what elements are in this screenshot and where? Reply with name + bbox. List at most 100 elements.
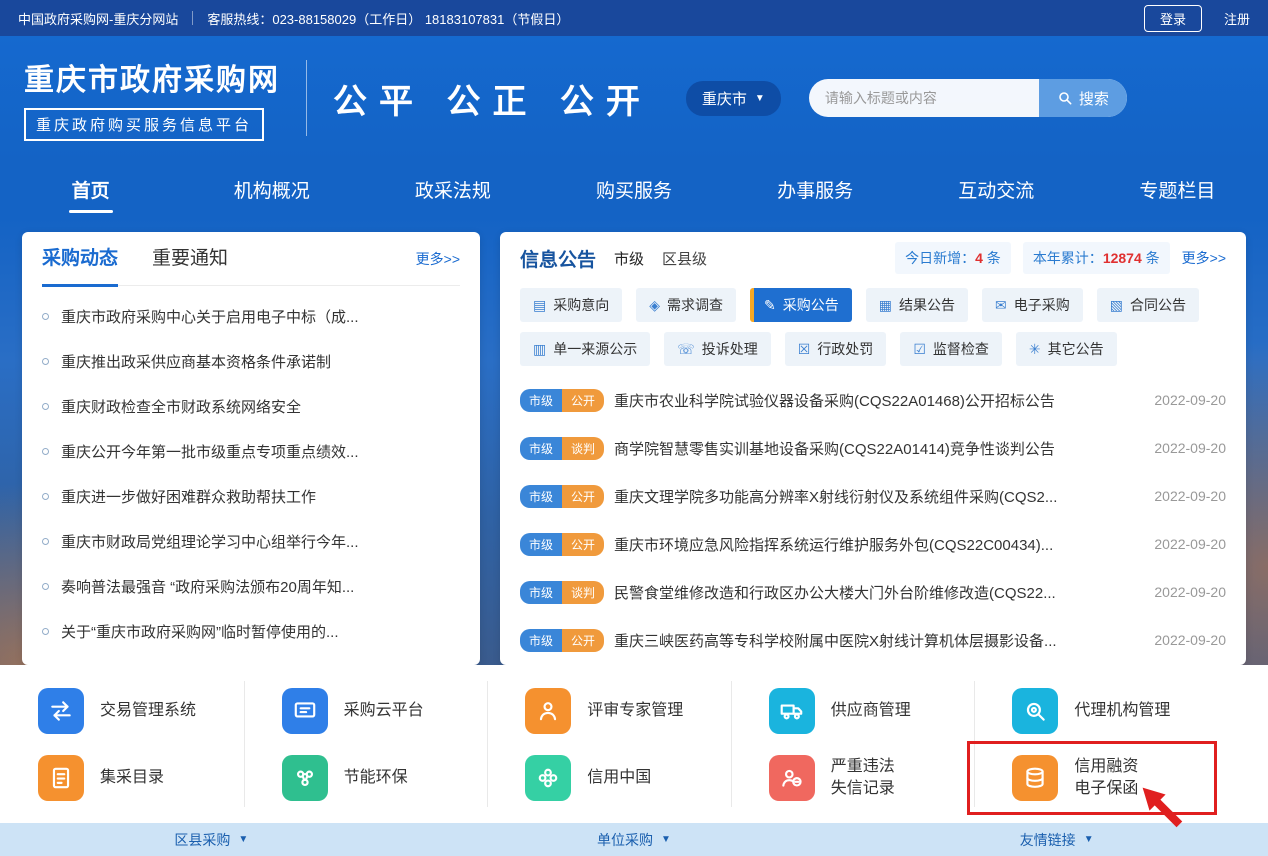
filter-single-source[interactable]: ▥单一来源公示 [520, 332, 650, 366]
news-item[interactable]: 重庆推出政采供应商基本资格条件承诺制 [42, 339, 460, 384]
nav-item-interaction[interactable]: 互动交流 [906, 164, 1087, 215]
announcements-more-link[interactable]: 更多>> [1182, 248, 1226, 268]
divider [487, 681, 488, 807]
register-link[interactable]: 注册 [1224, 9, 1250, 28]
level-badge: 市级 [520, 629, 562, 652]
footer-link-label: 友情链接 [1020, 830, 1076, 850]
bullet-icon [42, 358, 49, 365]
news-item[interactable]: 重庆市财政局党组理论学习中心组举行今年... [42, 519, 460, 564]
filter-row-1: ▤采购意向 ◈需求调查 ✎采购公告 ▦ 结果公告 ✉电子采购 ▧合同公告 [520, 288, 1226, 322]
filter-icon: ☒ [798, 341, 811, 358]
chevron-down-icon: ▼ [238, 834, 248, 845]
search-input[interactable] [809, 90, 1039, 106]
type-badge: 谈判 [562, 581, 604, 604]
announcement-row[interactable]: 市级公开 重庆三峡医药高等专科学校附属中医院X射线计算机体层摄影设备... 20… [520, 616, 1226, 664]
today-number: 4 [975, 250, 983, 266]
footer-friendly-links[interactable]: 友情链接▼ [1020, 830, 1094, 850]
tab-important-notice[interactable]: 重要通知 [152, 232, 228, 286]
filter-label: 采购公告 [783, 295, 839, 315]
news-text: 奏响普法最强音 “政府采购法颁布20周年知... [61, 576, 354, 597]
main-nav: 首页 机构概况 政采法规 购买服务 办事服务 互动交流 专题栏目 [0, 160, 1268, 218]
filter-label: 需求调查 [667, 295, 723, 315]
announcements-header: 信息公告 市级 区县级 今日新增：4 条 本年累计：12874 条 更多>> [520, 232, 1226, 284]
nav-item-affairs[interactable]: 办事服务 [725, 164, 906, 215]
expert-icon [525, 688, 571, 734]
news-text: 重庆财政检查全市财政系统网络安全 [61, 396, 301, 417]
filter-procurement-intent[interactable]: ▤采购意向 [520, 288, 622, 322]
service-agency-management[interactable]: 代理机构管理 [974, 677, 1218, 744]
news-text: 重庆市政府采购中心关于启用电子中标（成... [61, 306, 359, 327]
total-number: 12874 [1103, 250, 1142, 266]
news-more-link[interactable]: 更多>> [416, 249, 460, 269]
bullet-icon [42, 628, 49, 635]
divider [731, 681, 732, 807]
filter-label: 单一来源公示 [553, 339, 637, 359]
topbar: 中国政府采购网-重庆分网站 客服热线：023-88158029（工作日） 181… [0, 0, 1268, 36]
service-catalog[interactable]: 集采目录 [0, 744, 244, 811]
service-transaction-system[interactable]: 交易管理系统 [0, 677, 244, 744]
announcement-row[interactable]: 市级谈判 民警食堂维修改造和行政区办公大楼大门外台阶维修改造(CQS22... … [520, 568, 1226, 616]
bullet-icon [42, 583, 49, 590]
total-unit: 条 [1142, 250, 1160, 266]
filter-procurement-announcement[interactable]: ✎采购公告 [750, 288, 852, 322]
service-label-2: 失信记录 [831, 778, 895, 800]
filter-e-procurement[interactable]: ✉电子采购 [982, 288, 1083, 322]
nav-item-topics[interactable]: 专题栏目 [1087, 164, 1268, 215]
announcement-row[interactable]: 市级谈判 商学院智慧零售实训基地设备采购(CQS22A01414)竞争性谈判公告… [520, 424, 1226, 472]
announcement-date: 2022-09-20 [1154, 632, 1226, 648]
news-item[interactable]: 重庆财政检查全市财政系统网络安全 [42, 384, 460, 429]
filter-label: 结果公告 [899, 295, 955, 315]
search-button[interactable]: 搜索 [1039, 79, 1127, 117]
service-supplier-management[interactable]: 供应商管理 [731, 677, 975, 744]
announcement-title: 民警食堂维修改造和行政区办公大楼大门外台阶维修改造(CQS22... [614, 582, 1142, 603]
news-item[interactable]: 重庆公开今年第一批市级重点专项重点绩效... [42, 429, 460, 474]
filter-other-announcements[interactable]: ✳其它公告 [1016, 332, 1117, 366]
bullet-icon [42, 493, 49, 500]
filter-icon: ✉ [995, 297, 1007, 314]
announcement-row[interactable]: 市级公开 重庆文理学院多功能高分辨率X射线衍射仪及系统组件采购(CQS2... … [520, 472, 1226, 520]
news-item[interactable]: 关于“重庆市政府采购网”临时暂停使用的... [42, 609, 460, 654]
tab-district-level[interactable]: 区县级 [662, 248, 707, 269]
document-icon [38, 755, 84, 801]
nav-item-regulations[interactable]: 政采法规 [362, 164, 543, 215]
service-dishonesty-records[interactable]: 严重违法失信记录 [731, 744, 975, 811]
login-button[interactable]: 登录 [1144, 5, 1202, 32]
news-item[interactable]: 重庆进一步做好困难群众救助帮扶工作 [42, 474, 460, 519]
divider [306, 60, 307, 136]
tab-procurement-news[interactable]: 采购动态 [42, 232, 118, 286]
site-logo[interactable]: 重庆市政府采购网 重庆政府购买服务信息平台 [24, 55, 280, 141]
service-credit-china[interactable]: 信用中国 [487, 744, 731, 811]
footer-district-procurement[interactable]: 区县采购 ▼ [174, 830, 248, 850]
announcement-title: 重庆文理学院多功能高分辨率X射线衍射仪及系统组件采购(CQS2... [614, 486, 1142, 507]
region-selector[interactable]: 重庆市 ▼ [686, 81, 781, 116]
footer-link-label: 区县采购 [174, 830, 230, 850]
filter-icon: ▦ [879, 297, 892, 314]
bullet-icon [42, 448, 49, 455]
service-label: 代理机构管理 [1074, 700, 1170, 722]
announcement-row[interactable]: 市级公开 重庆市农业科学院试验仪器设备采购(CQS22A01468)公开招标公告… [520, 376, 1226, 424]
filter-result-announcement[interactable]: ▦ 结果公告 [866, 288, 968, 322]
service-expert-management[interactable]: 评审专家管理 [487, 677, 731, 744]
filter-icon: ☏ [677, 341, 695, 358]
announcement-row[interactable]: 市级公开 重庆市环境应急风险指挥系统运行维护服务外包(CQS22C00434).… [520, 520, 1226, 568]
news-item[interactable]: 重庆市政府采购中心关于启用电子中标（成... [42, 294, 460, 339]
filter-demand-survey[interactable]: ◈需求调查 [636, 288, 736, 322]
footer-unit-procurement[interactable]: 单位采购▼ [597, 830, 671, 850]
filter-complaint-handling[interactable]: ☏投诉处理 [664, 332, 771, 366]
filter-supervision-inspection[interactable]: ☑监督检查 [900, 332, 1002, 366]
service-procurement-cloud[interactable]: 采购云平台 [244, 677, 488, 744]
filter-contract-announcement[interactable]: ▧合同公告 [1097, 288, 1199, 322]
filter-row-2: ▥单一来源公示 ☏投诉处理 ☒行政处罚 ☑监督检查 ✳其它公告 [520, 332, 1226, 366]
news-item[interactable]: 奏响普法最强音 “政府采购法颁布20周年知... [42, 564, 460, 609]
cloud-platform-icon [282, 688, 328, 734]
nav-item-home[interactable]: 首页 [0, 164, 181, 215]
tab-city-level[interactable]: 市级 [614, 248, 644, 269]
nav-item-purchase-services[interactable]: 购买服务 [543, 164, 724, 215]
services-section: 交易管理系统 采购云平台 评审专家管理 供应商管理 代理机构管理 [0, 665, 1268, 823]
filter-administrative-penalty[interactable]: ☒行政处罚 [785, 332, 887, 366]
service-eco-friendly[interactable]: 节能环保 [244, 744, 488, 811]
nav-item-organization[interactable]: 机构概况 [181, 164, 362, 215]
announcement-date: 2022-09-20 [1154, 440, 1226, 456]
announcement-title: 重庆市环境应急风险指挥系统运行维护服务外包(CQS22C00434)... [614, 534, 1142, 555]
service-label: 交易管理系统 [100, 700, 196, 722]
